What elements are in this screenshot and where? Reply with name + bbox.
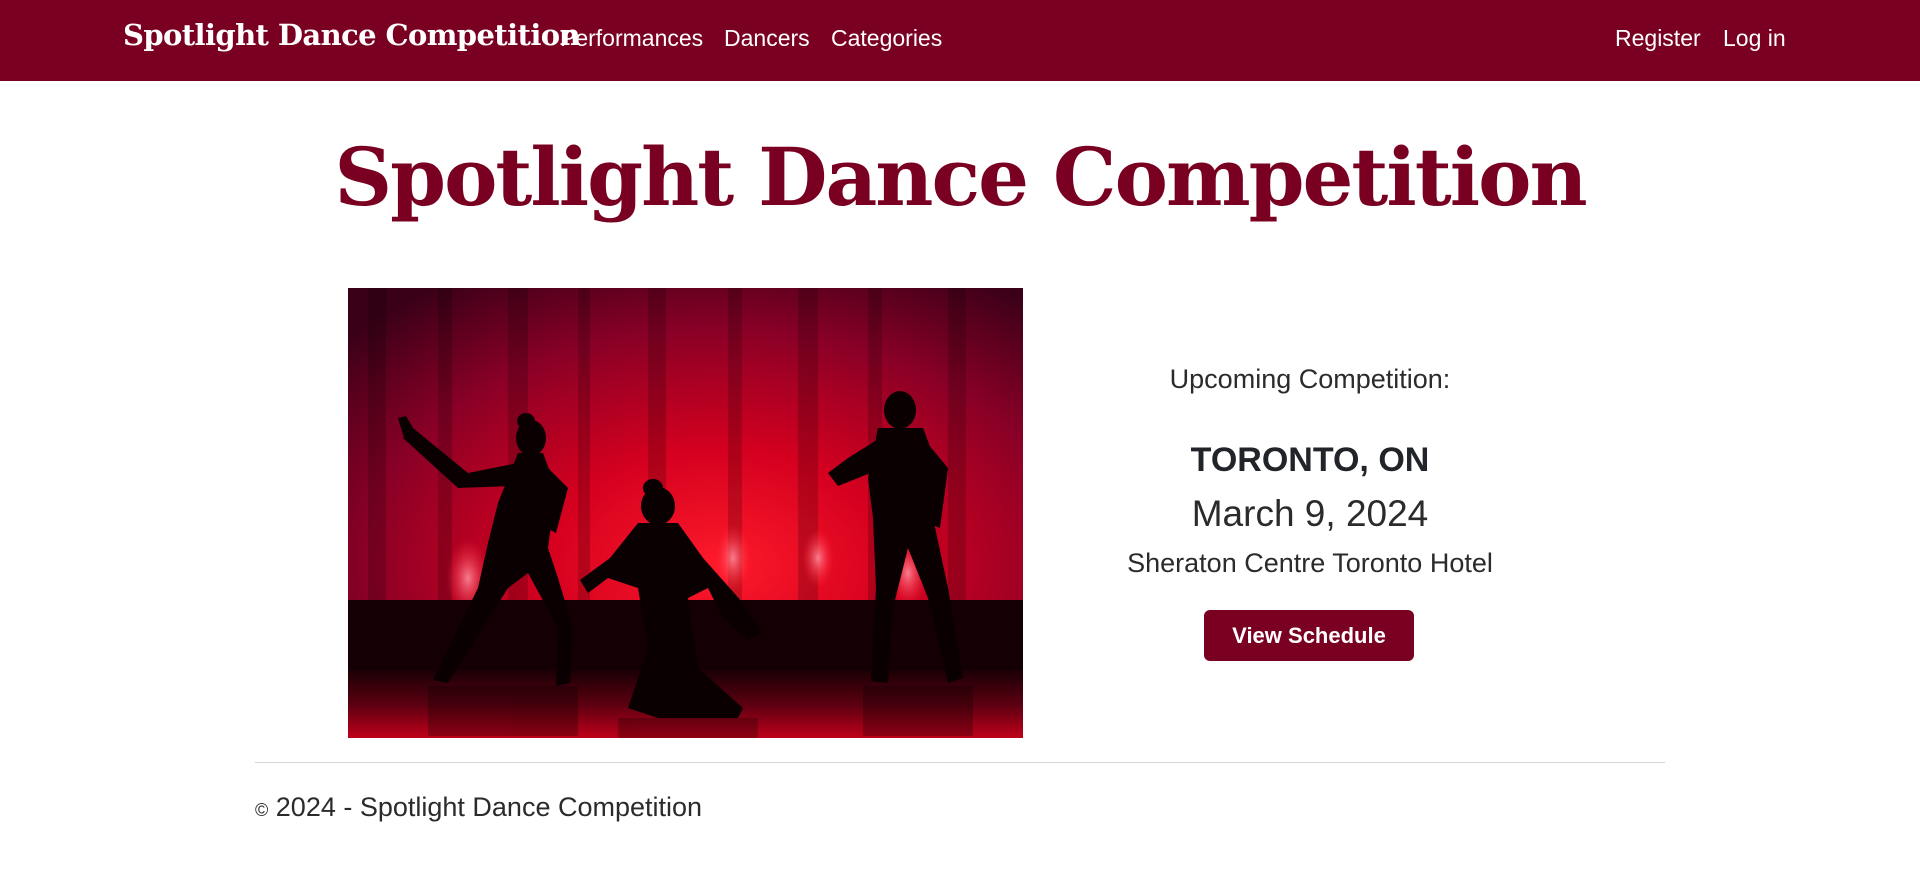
competition-date: March 9, 2024 <box>1191 493 1429 534</box>
nav-link-categories[interactable]: Categories <box>831 25 942 52</box>
competition-city: TORONTO, ON <box>1190 441 1430 479</box>
brand-link[interactable]: Spotlight Dance Competition <box>123 18 581 52</box>
competition-venue: Sheraton Centre Toronto Hotel <box>1127 548 1493 578</box>
footer: © 2024 - Spotlight Dance Competition <box>255 792 702 823</box>
dancers-silhouette-photo <box>348 288 1023 738</box>
page-title: Spotlight Dance Competition <box>334 130 1587 224</box>
top-navbar: Spotlight Dance Competition Performances… <box>0 0 1920 81</box>
copyright-symbol: © <box>255 800 269 820</box>
footer-divider <box>255 762 1665 763</box>
view-schedule-button[interactable]: View Schedule <box>1204 610 1414 661</box>
nav-link-dancers[interactable]: Dancers <box>724 25 810 52</box>
footer-text: 2024 - Spotlight Dance Competition <box>275 792 703 822</box>
upcoming-label: Upcoming Competition: <box>1169 364 1451 394</box>
nav-link-register[interactable]: Register <box>1615 25 1701 52</box>
nav-link-performances[interactable]: Performances <box>560 25 703 52</box>
nav-link-login[interactable]: Log in <box>1723 25 1786 52</box>
